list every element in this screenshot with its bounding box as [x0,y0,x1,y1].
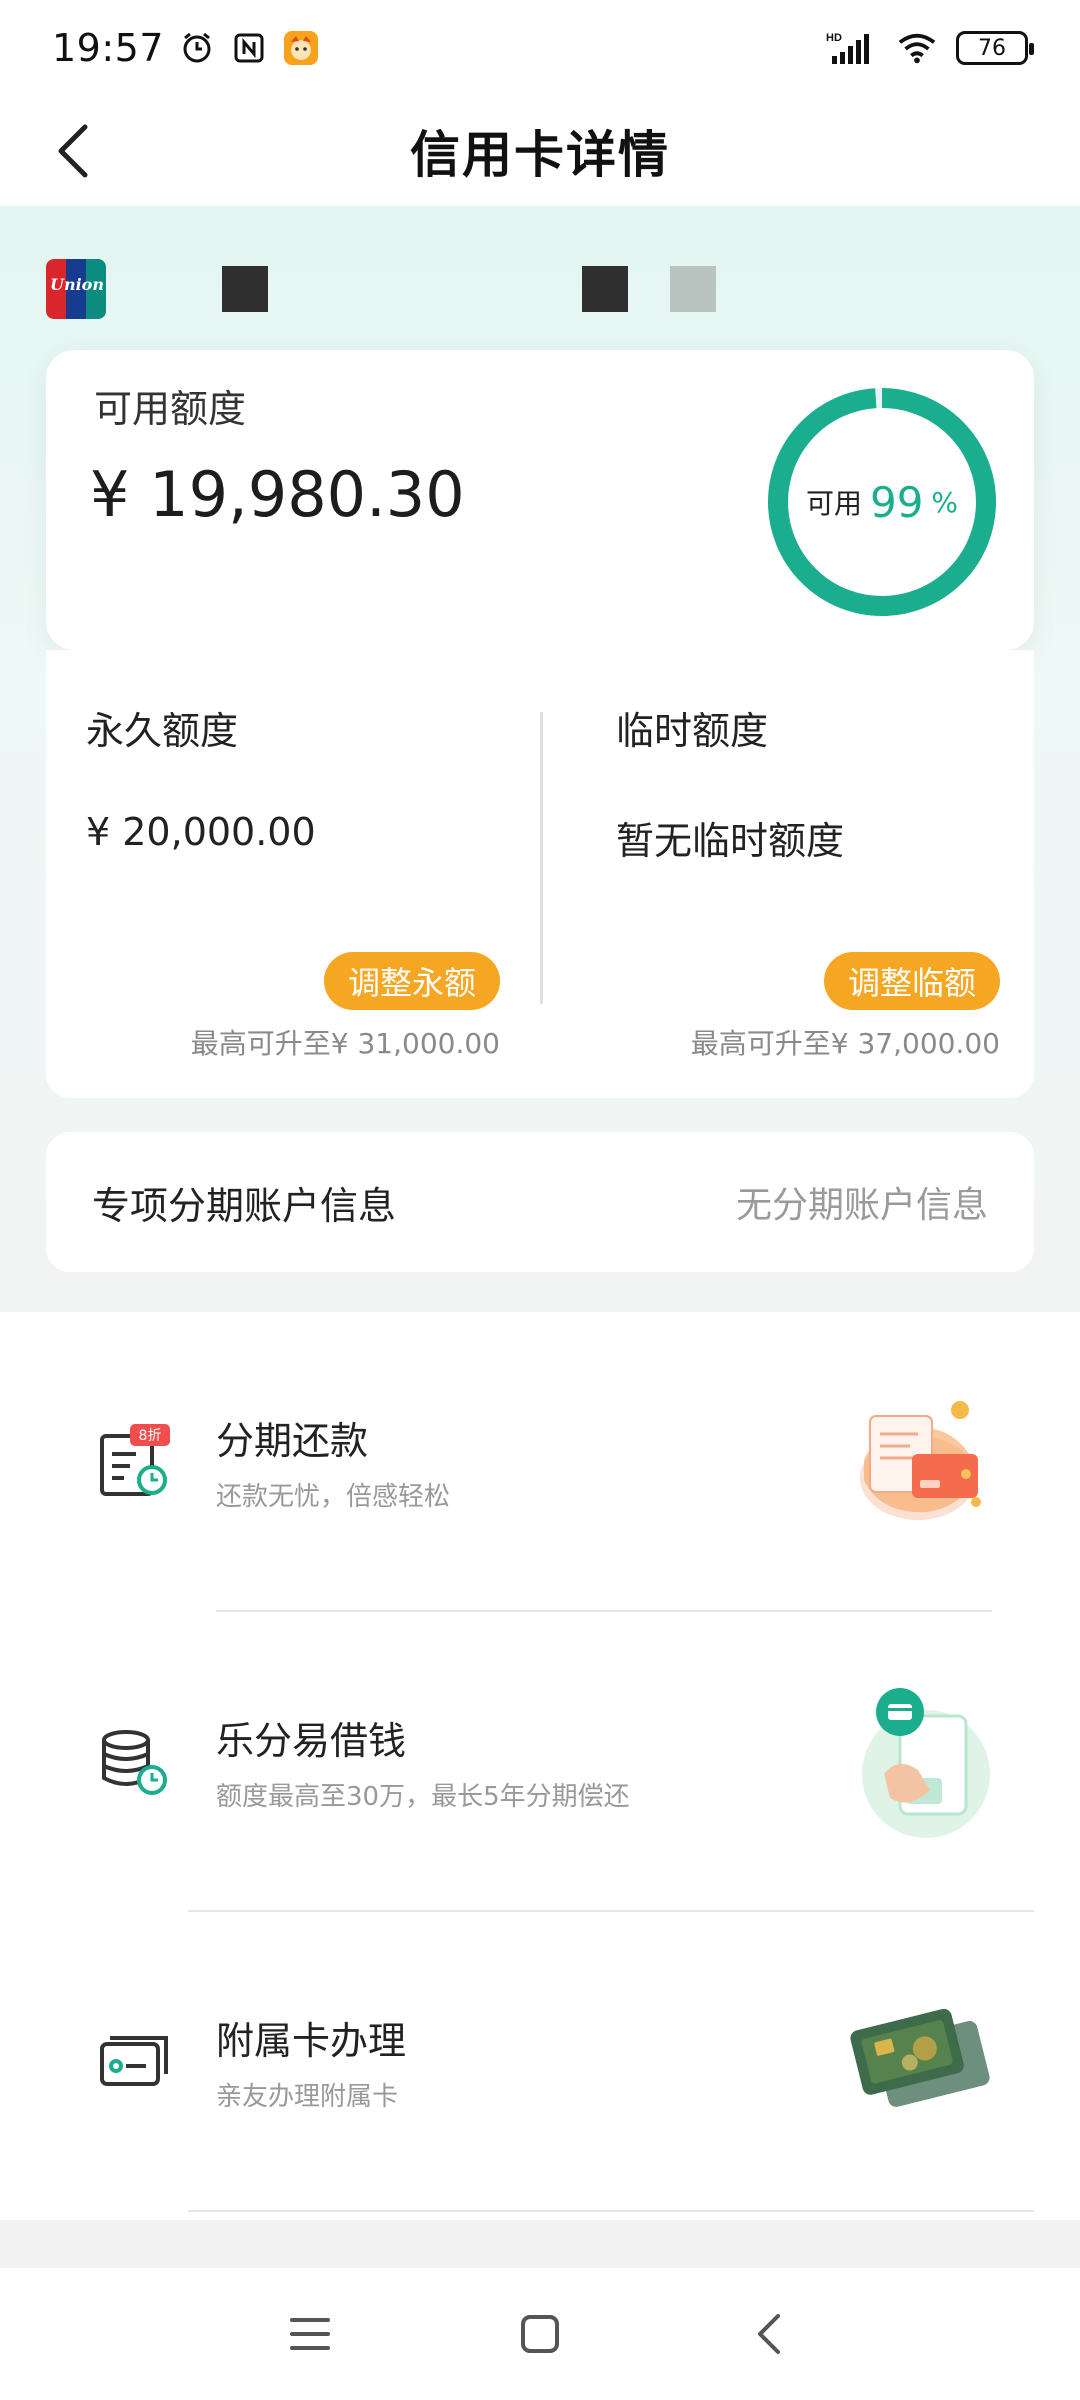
service-description: 额度最高至30万，最长5年分期偿还 [216,1782,630,1812]
alarm-icon [178,29,216,67]
ring-label: 可用 [805,487,862,520]
temporary-limit-max: 最高可升至¥ 37,000.00 [690,1027,1000,1060]
card-info-row: Union [46,244,1036,334]
bottom-spacer [0,2220,1080,2268]
service-description: 还款无忧，倍感轻松 [216,1482,451,1512]
adjust-permanent-limit-button[interactable]: 调整永额 [323,952,500,1010]
app-notification-icon [282,29,320,67]
installment-account-title: 专项分期账户信息 [92,1183,397,1228]
wifi-icon [898,29,936,67]
permanent-limit-max: 最高可升至¥ 31,000.00 [190,1027,500,1060]
service-title: 乐分易借钱 [216,1719,407,1763]
system-navigation-bar [0,2268,1080,2400]
home-button[interactable] [510,2304,570,2364]
phone-payment-illustration-icon [840,1682,1000,1842]
back-button[interactable] [40,118,106,184]
permanent-limit-value: ¥ 20,000.00 [86,810,316,854]
bills-card-illustration-icon [840,1382,1000,1542]
temporary-limit-section: 临时额度 暂无临时额度 调整临额 最高可升至¥ 37,000.00 [540,650,1034,1098]
masked-card-segment [582,266,628,312]
credit-limits-card: 永久额度 ¥ 20,000.00 调整永额 最高可升至¥ 31,000.00 临… [46,650,1034,1098]
battery-indicator: 76 [956,31,1034,65]
square-home-icon [521,2315,559,2353]
separator [188,2210,1034,2212]
service-title: 分期还款 [216,1419,369,1463]
available-credit-label: 可用额度 [94,387,247,431]
installment-repay-icon: 8折 [96,1422,176,1502]
menu-icon [290,2318,330,2350]
services-list: 8折 分期还款 还款无忧，倍感轻松 乐分易借钱 额度最高至30万，最长5年分期偿… [0,1312,1080,2220]
temporary-limit-value: 暂无临时额度 [616,819,845,863]
ring-percent-value: 99 [869,477,924,527]
temporary-limit-title: 临时额度 [616,709,769,753]
service-item-supplementary-card[interactable]: 附属卡办理 亲友办理附属卡 [0,1912,1080,2212]
adjust-temporary-limit-button[interactable]: 调整临额 [823,952,1000,1010]
chevron-left-icon [58,124,88,178]
installment-account-row[interactable]: 专项分期账户信息 无分期账户信息 [46,1132,1034,1272]
available-credit-amount: ¥ 19,980.30 [90,458,465,531]
permanent-limit-title: 永久额度 [86,709,239,753]
nav-bar: 信用卡详情 [0,96,1080,206]
installment-account-value: 无分期账户信息 [735,1185,988,1226]
back-triangle-icon [758,2314,780,2354]
status-time: 19:57 [52,26,165,70]
permanent-limit-section: 永久额度 ¥ 20,000.00 调整永额 最高可升至¥ 31,000.00 [46,650,540,1098]
masked-card-segment [222,266,268,312]
status-bar: 19:57 HD 76 [0,0,1080,96]
available-percent-ring: 可用 99 % [764,384,1000,620]
service-title: 附属卡办理 [216,2019,407,2063]
unionpay-logo-icon: Union [46,259,106,319]
svg-text:HD: HD [826,32,842,44]
page-title: 信用卡详情 [410,126,670,184]
service-item-installment-repay[interactable]: 8折 分期还款 还款无忧，倍感轻松 [0,1312,1080,1612]
menu-button[interactable] [280,2304,340,2364]
card-icon [96,2022,176,2102]
coins-clock-icon [96,1722,176,1802]
signal-icon: HD [826,29,878,67]
available-credit-card: 可用额度 ¥ 19,980.30 可用 99 % [46,350,1034,650]
service-description: 亲友办理附属卡 [216,2082,399,2112]
ring-percent-unit: % [931,485,959,519]
discount-badge: 8折 [139,1428,162,1444]
masked-card-segment [670,266,716,312]
stacked-cards-illustration-icon [840,1982,1000,2142]
service-item-lefenyi-loan[interactable]: 乐分易借钱 额度最高至30万，最长5年分期偿还 [0,1612,1080,1912]
nfc-icon [230,29,268,67]
system-back-button[interactable] [740,2304,800,2364]
